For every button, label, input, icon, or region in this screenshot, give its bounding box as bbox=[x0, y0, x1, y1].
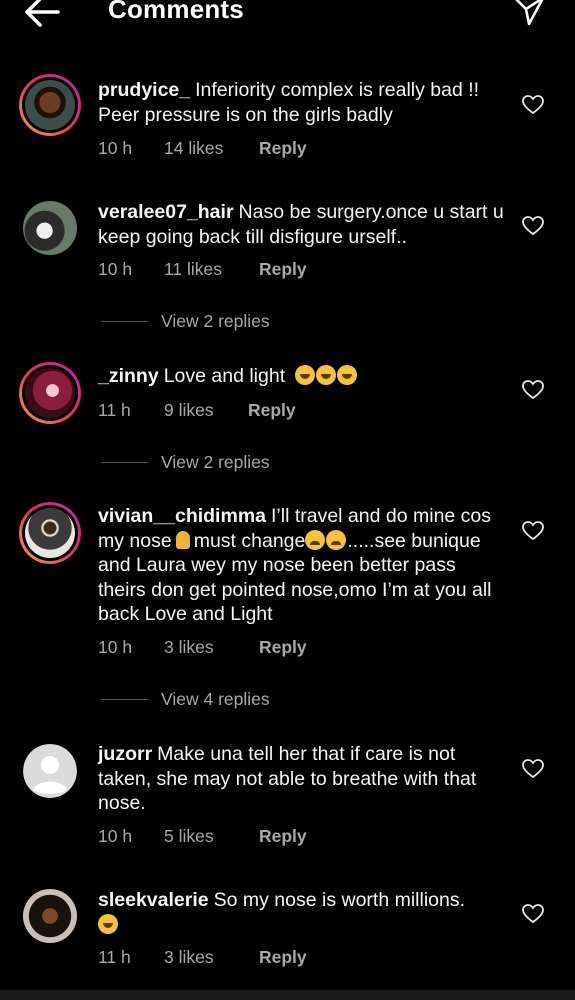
comment-body: Love and light bbox=[163, 365, 286, 387]
avatar[interactable] bbox=[19, 362, 81, 424]
comment-body: So my nose is worth millions. bbox=[213, 889, 466, 911]
reply-button[interactable]: Reply bbox=[259, 138, 307, 159]
laughing-emoji-icon bbox=[98, 913, 118, 934]
comment-meta: 10 h 3 likes Reply bbox=[98, 637, 307, 658]
comment-time: 11 h bbox=[98, 400, 131, 420]
comment-text: _zinny Love and light bbox=[98, 364, 508, 389]
view-replies-button[interactable]: View 4 replies bbox=[101, 688, 401, 710]
comment-username[interactable]: sleekvalerie bbox=[98, 889, 209, 911]
avatar[interactable] bbox=[19, 502, 81, 564]
heart-icon[interactable] bbox=[522, 759, 544, 779]
comment-likes[interactable]: 5 likes bbox=[164, 826, 259, 847]
comment-username[interactable]: juzorr bbox=[98, 743, 152, 765]
comment-text: prudyice_ Inferiority complex is really b… bbox=[98, 78, 508, 127]
comment-likes[interactable]: 3 likes bbox=[164, 637, 259, 658]
comment-username[interactable]: prudyice_ bbox=[98, 79, 190, 101]
paper-plane-icon[interactable] bbox=[512, 0, 546, 26]
comment-meta: 10 h 5 likes Reply bbox=[98, 826, 307, 847]
comment-username[interactable]: _zinny bbox=[98, 365, 159, 387]
heart-icon[interactable] bbox=[522, 904, 544, 924]
comment-time: 11 h bbox=[98, 947, 131, 967]
heart-icon[interactable] bbox=[522, 521, 544, 541]
comment-likes[interactable]: 3 likes bbox=[164, 947, 259, 968]
heart-icon[interactable] bbox=[522, 380, 544, 400]
divider bbox=[101, 698, 148, 700]
page-title: Comments bbox=[108, 0, 244, 24]
heart-icon[interactable] bbox=[522, 95, 544, 115]
comment-meta: 10 h 11 likes Reply bbox=[98, 259, 307, 280]
comment-username[interactable]: vivian__chidimma bbox=[98, 505, 266, 527]
comment-meta: 11 h 3 likes Reply bbox=[98, 947, 307, 968]
comment-meta: 11 h 9 likes Reply bbox=[98, 400, 296, 421]
comment-likes[interactable]: 9 likes bbox=[164, 400, 248, 421]
comment-username[interactable]: veralee07_hair bbox=[98, 201, 234, 223]
view-replies-button[interactable]: View 2 replies bbox=[101, 451, 401, 473]
reply-button[interactable]: Reply bbox=[259, 947, 307, 968]
comment-text: veralee07_hair Naso be surgery.once u sta… bbox=[98, 200, 508, 249]
arrow-left-icon[interactable] bbox=[22, 0, 62, 30]
comment-time: 10 h bbox=[98, 138, 133, 158]
avatar[interactable] bbox=[23, 201, 77, 255]
comment-text: sleekvalerie So my nose is worth millions… bbox=[98, 888, 508, 937]
comment-likes[interactable]: 11 likes bbox=[164, 259, 259, 280]
laughing-emoji-icon bbox=[315, 365, 336, 385]
default-profile-icon bbox=[23, 744, 77, 798]
heart-icon[interactable] bbox=[522, 216, 544, 236]
bottom-bar bbox=[0, 990, 575, 1000]
reply-button[interactable]: Reply bbox=[259, 637, 307, 658]
comment-meta: 10 h 14 likes Reply bbox=[98, 138, 307, 159]
comment-time: 10 h bbox=[98, 259, 133, 279]
reply-button[interactable]: Reply bbox=[259, 826, 307, 847]
view-replies-button[interactable]: View 2 replies bbox=[101, 310, 401, 332]
laughing-emoji-icon bbox=[336, 365, 357, 385]
reply-button[interactable]: Reply bbox=[248, 400, 296, 421]
praying-hands-emoji-icon bbox=[175, 530, 190, 549]
view-replies-label: View 2 replies bbox=[161, 451, 270, 472]
comment-body-continued: must change bbox=[193, 529, 306, 552]
avatar[interactable] bbox=[23, 889, 77, 943]
view-replies-label: View 4 replies bbox=[161, 688, 270, 709]
header: Comments bbox=[0, 0, 575, 40]
divider bbox=[101, 461, 148, 463]
weary-emoji-icon bbox=[326, 529, 347, 550]
reply-button[interactable]: Reply bbox=[259, 259, 307, 280]
emoji-group bbox=[294, 365, 358, 387]
laughing-emoji-icon bbox=[294, 365, 315, 385]
view-replies-label: View 2 replies bbox=[161, 310, 270, 331]
comment-likes[interactable]: 14 likes bbox=[164, 138, 259, 159]
avatar[interactable] bbox=[23, 744, 77, 798]
weary-emoji-icon bbox=[305, 529, 326, 550]
comment-body: Make una tell her that if care is not ta… bbox=[98, 743, 477, 814]
comment-time: 10 h bbox=[98, 826, 133, 846]
comment-text: juzorr Make una tell her that if care is … bbox=[98, 742, 508, 816]
comment-time: 10 h bbox=[98, 637, 133, 657]
divider bbox=[101, 320, 148, 322]
comment-text: vivian__chidimma I’ll travel and do mine … bbox=[98, 504, 508, 627]
avatar[interactable] bbox=[19, 74, 81, 136]
